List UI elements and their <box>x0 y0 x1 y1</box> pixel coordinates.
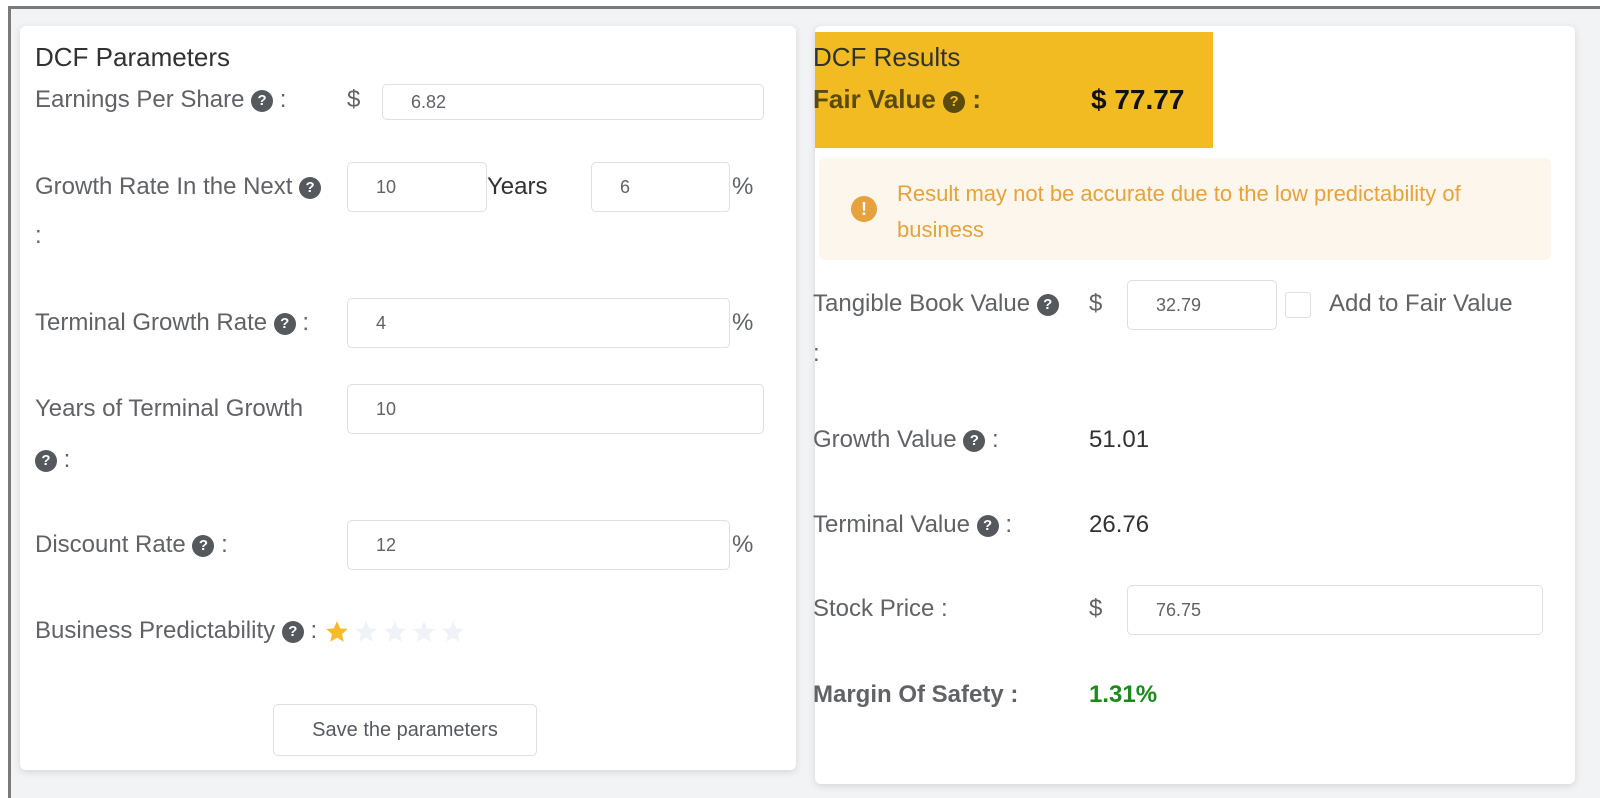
growth-rate-colon: : <box>35 222 42 249</box>
terminal-growth-rate-input[interactable]: 4 <box>347 298 730 348</box>
help-icon[interactable]: ? <box>299 177 322 199</box>
eps-currency: $ <box>347 86 361 113</box>
fair-value: $ 77.77 <box>1091 84 1185 115</box>
discount-rate-label: Discount Rate ? : <box>35 531 228 558</box>
star-empty-icon[interactable] <box>411 619 437 645</box>
growth-value: 51.01 <box>1089 426 1150 453</box>
results-title: DCF Results <box>813 42 961 72</box>
warning-text: Result may not be accurate due to the lo… <box>897 181 1461 242</box>
terminal-growth-rate-label: Terminal Growth Rate ? : <box>35 309 310 336</box>
years-terminal-growth-label: Years of Terminal Growth <box>35 395 304 422</box>
stock-price-label: Stock Price : <box>813 595 948 622</box>
predictability-rating[interactable] <box>324 619 466 645</box>
tangible-book-value-colon: : <box>813 340 820 367</box>
growth-value-label: Growth Value ? : <box>813 426 999 453</box>
help-icon[interactable]: ? <box>963 430 986 452</box>
growth-rate-unit: % <box>732 173 754 200</box>
help-icon[interactable]: ? <box>1036 294 1059 316</box>
star-empty-icon[interactable] <box>440 619 466 645</box>
tangible-book-currency: $ <box>1089 290 1103 317</box>
help-icon[interactable]: ? <box>251 90 274 112</box>
discount-rate-input[interactable]: 12 <box>347 520 730 570</box>
parameters-title: DCF Parameters <box>35 42 231 72</box>
help-icon[interactable]: ? <box>192 535 215 557</box>
dcf-parameters-panel: DCF Parameters Earnings Per Share ? : $ … <box>20 26 796 770</box>
years-terminal-growth-input[interactable]: 10 <box>347 384 764 434</box>
terminal-value-label: Terminal Value ? : <box>813 511 1012 538</box>
discount-rate-unit: % <box>732 531 754 558</box>
help-icon[interactable]: ? <box>281 621 304 643</box>
save-parameters-button[interactable]: Save the parameters <box>273 704 537 756</box>
fair-value-label: Fair Value ? : <box>813 84 981 114</box>
low-predictability-warning: ! Result may not be accurate due to the … <box>819 158 1551 260</box>
fair-value-box: DCF Results Fair Value ? : $ 77.77 <box>813 32 1213 148</box>
tangible-book-value-input[interactable]: 32.79 <box>1127 280 1277 330</box>
star-empty-icon[interactable] <box>353 619 379 645</box>
help-icon[interactable]: ? <box>35 450 57 472</box>
add-to-fair-value-label[interactable]: Add to Fair Value <box>1329 290 1513 318</box>
business-predictability-label: Business Predictability ? : <box>35 617 466 645</box>
help-icon[interactable]: ? <box>976 515 999 537</box>
years-terminal-growth-help: ? : <box>35 446 70 474</box>
warning-icon: ! <box>851 196 877 222</box>
help-icon[interactable]: ? <box>273 313 296 335</box>
growth-rate-input[interactable]: 6 <box>591 162 730 212</box>
eps-input[interactable]: 6.82 <box>382 84 764 120</box>
eps-label: Earnings Per Share ? : <box>35 86 287 113</box>
growth-rate-label: Growth Rate In the Next ? <box>35 173 322 201</box>
stock-price-currency: $ <box>1089 595 1103 622</box>
margin-of-safety-label: Margin Of Safety : <box>813 681 1019 708</box>
dcf-results-panel: DCF Results Fair Value ? : $ 77.77 ! Res… <box>813 26 1575 784</box>
terminal-growth-rate-unit: % <box>732 309 754 336</box>
terminal-value: 26.76 <box>1089 511 1150 538</box>
star-empty-icon[interactable] <box>382 619 408 645</box>
tangible-book-value-label: Tangible Book Value ? <box>813 290 1059 318</box>
margin-of-safety-value: 1.31% <box>1089 681 1158 708</box>
growth-years-input[interactable]: 10 <box>347 162 487 212</box>
stock-price-input[interactable]: 76.75 <box>1127 585 1543 635</box>
star-filled-icon[interactable] <box>324 619 350 645</box>
years-label: Years <box>487 173 548 200</box>
help-icon[interactable]: ? <box>943 91 966 113</box>
add-to-fair-value-checkbox[interactable] <box>1285 292 1311 318</box>
